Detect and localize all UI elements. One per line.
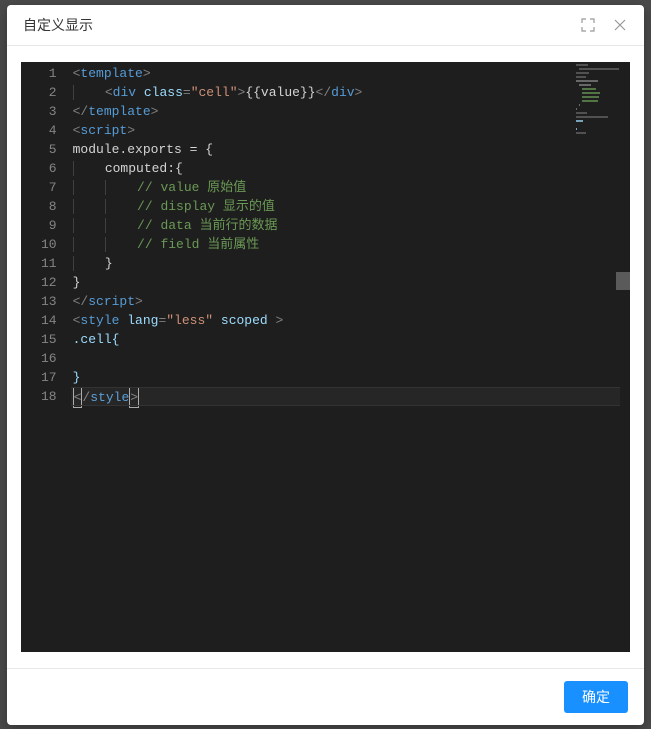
confirm-button[interactable]: 确定 xyxy=(564,681,628,713)
line-number: 3 xyxy=(41,102,57,121)
scrollbar-marker[interactable] xyxy=(616,272,630,290)
line-number: 6 xyxy=(41,159,57,178)
code-line: <style lang="less" scoped > xyxy=(73,311,630,330)
line-number: 4 xyxy=(41,121,57,140)
dialog-footer: 确定 xyxy=(7,668,644,725)
code-area[interactable]: <template> <div class="cell">{{value}}</… xyxy=(71,62,630,652)
code-line: // display 显示的值 xyxy=(73,197,630,216)
code-line: <script> xyxy=(73,121,630,140)
code-line: // data 当前行的数据 xyxy=(73,216,630,235)
header-icons xyxy=(580,17,628,33)
line-number: 1 xyxy=(41,64,57,83)
line-number: 12 xyxy=(41,273,57,292)
code-line: </template> xyxy=(73,102,630,121)
code-line: module.exports = { xyxy=(73,140,630,159)
line-number: 2 xyxy=(41,83,57,102)
dialog-body: 123456789101112131415161718 <template> <… xyxy=(7,46,644,668)
line-number: 18 xyxy=(41,387,57,406)
line-number: 7 xyxy=(41,178,57,197)
code-editor[interactable]: 123456789101112131415161718 <template> <… xyxy=(21,62,630,652)
line-number: 11 xyxy=(41,254,57,273)
dialog-title: 自定义显示 xyxy=(23,15,93,35)
code-line: } xyxy=(73,368,630,387)
code-line: <div class="cell">{{value}}</div> xyxy=(73,83,630,102)
custom-display-dialog: 自定义显示 123456789101112131415161718 <templ… xyxy=(7,5,644,725)
close-icon[interactable] xyxy=(612,17,628,33)
line-number: 16 xyxy=(41,349,57,368)
line-number: 5 xyxy=(41,140,57,159)
code-line xyxy=(73,349,630,368)
line-number: 9 xyxy=(41,216,57,235)
code-line: // value 原始值 xyxy=(73,178,630,197)
fullscreen-icon[interactable] xyxy=(580,17,596,33)
editor-minimap[interactable] xyxy=(570,64,628,154)
line-number: 10 xyxy=(41,235,57,254)
current-line-highlight xyxy=(71,387,620,406)
line-number: 17 xyxy=(41,368,57,387)
code-line: computed:{ xyxy=(73,159,630,178)
code-line: <template> xyxy=(73,64,630,83)
dialog-header: 自定义显示 xyxy=(7,5,644,46)
code-line: } xyxy=(73,273,630,292)
line-number: 13 xyxy=(41,292,57,311)
code-line: // field 当前属性 xyxy=(73,235,630,254)
code-line: </script> xyxy=(73,292,630,311)
code-line: .cell{ xyxy=(73,330,630,349)
line-number: 14 xyxy=(41,311,57,330)
code-line: } xyxy=(73,254,630,273)
line-number: 8 xyxy=(41,197,57,216)
line-number: 15 xyxy=(41,330,57,349)
line-number-gutter: 123456789101112131415161718 xyxy=(21,62,71,652)
